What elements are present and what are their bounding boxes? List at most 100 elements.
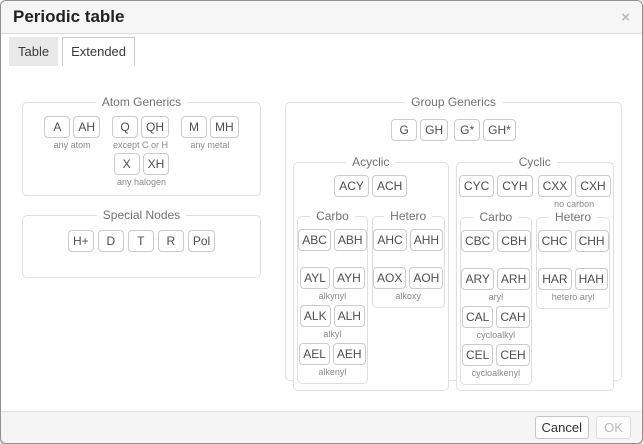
pair-group: CBC CBH [463,230,530,265]
button-gh[interactable]: GH [420,119,448,141]
tab-table[interactable]: Table [9,37,58,66]
button-cbh[interactable]: CBH [497,230,530,252]
pair-group-cycloalkenyl: CEL CEH cycloalkenyl [463,344,530,379]
button-g[interactable]: G [391,119,417,141]
group-generics-columns: Acyclic ACY ACH Carbo ABC [293,156,614,390]
dialog-title: Periodic table [13,7,124,27]
button-xh[interactable]: XH [143,153,170,175]
button-ayh[interactable]: AYH [333,267,365,289]
button-d[interactable]: D [98,230,124,252]
cyclic-carbo-fieldset: Carbo CBC CBH ARY [460,211,533,384]
button-ah[interactable]: AH [73,116,100,138]
pair-caption: any atom [54,141,91,151]
cyclic-carbo-legend: Carbo [473,211,518,224]
pair-caption: any metal [190,141,229,151]
button-hah[interactable]: HAH [575,268,608,290]
button-ary[interactable]: ARY [461,268,493,290]
special-nodes-fieldset: Special Nodes H+ D T R Pol [22,209,261,278]
pair-caption: no carbon [554,200,594,210]
pair-caption: any halogen [117,178,166,188]
button-ahc[interactable]: AHC [373,229,406,251]
tab-bar: Table Extended [1,34,642,66]
button-ach[interactable]: ACH [372,175,407,197]
button-cyh[interactable]: CYH [497,175,532,197]
pair-caption: aryl [489,293,504,303]
button-cel[interactable]: CEL [462,344,493,366]
button-ael[interactable]: AEL [299,343,330,365]
button-alh[interactable]: ALH [334,305,365,327]
button-ceh[interactable]: CEH [496,344,529,366]
acyclic-fieldset: Acyclic ACY ACH Carbo ABC [293,156,449,390]
ok-button[interactable]: OK [596,416,631,439]
cyclic-hetero-fieldset: Hetero CHC CHH HAR [536,211,610,308]
pair-caption: alkenyl [318,368,346,378]
button-x[interactable]: X [114,153,140,175]
pair-group-alkyl: ALK ALH alkyl [300,305,365,340]
button-aoh[interactable]: AOH [409,267,443,289]
button-aeh[interactable]: AEH [333,343,366,365]
button-g-star[interactable]: G* [454,119,480,141]
button-cah[interactable]: CAH [496,306,529,328]
button-m[interactable]: M [181,116,207,138]
pair-group: AHC AHH [375,229,442,264]
button-cal[interactable]: CAL [462,306,493,328]
pair-caption: cycloalkyl [477,331,516,341]
pair-group-alkoxy: AOX AOH alkoxy [375,267,442,302]
button-qh[interactable]: QH [141,116,169,138]
tab-extended[interactable]: Extended [62,37,135,66]
button-h-plus[interactable]: H+ [68,230,94,252]
button-chh[interactable]: CHH [575,230,609,252]
pair-group-cycloalkyl: CAL CAH cycloalkyl [463,306,530,341]
cyclic-fieldset: Cyclic CYC CYH CXX CXH [456,156,614,390]
pair-group-hetero-aryl: HAR HAH hetero aryl [539,268,607,303]
group-generics-fieldset: Group Generics G GH G* GH* Acyclic ACY [285,96,622,381]
atom-generics-legend: Atom Generics [96,96,187,109]
close-icon[interactable]: × [621,10,630,25]
button-a[interactable]: A [44,116,70,138]
button-r[interactable]: R [158,230,184,252]
dialog-header: Periodic table × [1,1,642,34]
pair-group-alkynyl: AYL AYH alkynyl [300,267,365,302]
button-ayl[interactable]: AYL [300,267,330,289]
button-arh[interactable]: ARH [497,268,530,290]
pair-group: ABC ABH [300,229,365,264]
button-aox[interactable]: AOX [373,267,406,289]
button-cxh[interactable]: CXH [575,175,610,197]
button-gh-star[interactable]: GH* [483,119,516,141]
atom-generics-row-2: X XH any halogen [29,153,254,188]
pair-group-except-c-or-h: Q QH except C or H [112,116,169,151]
button-cyc[interactable]: CYC [459,175,494,197]
button-t[interactable]: T [128,230,154,252]
pair-group-any-atom: A AH any atom [44,116,100,151]
acyclic-carbo-fieldset: Carbo ABC ABH AYL [297,210,368,383]
button-pol[interactable]: Pol [188,230,215,252]
button-acy[interactable]: ACY [334,175,369,197]
pair-caption: alkyl [323,330,341,340]
acyclic-top-row: ACY ACH [297,175,445,197]
atom-generics-fieldset: Atom Generics A AH any atom Q QH except … [22,96,261,196]
periodic-table-dialog: Periodic table × Table Extended Atom Gen… [0,0,643,444]
group-generics-legend: Group Generics [405,96,502,109]
pair-group-aryl: ARY ARH aryl [463,268,530,303]
button-alk[interactable]: ALK [300,305,331,327]
button-chc[interactable]: CHC [538,230,572,252]
acyclic-hetero-fieldset: Hetero AHC AHH AOX [372,210,445,307]
button-har[interactable]: HAR [538,268,571,290]
button-abh[interactable]: ABH [334,229,367,251]
pair-group: CHC CHH [539,230,607,265]
button-q[interactable]: Q [112,116,138,138]
cyclic-hetero-legend: Hetero [549,211,597,224]
pair-group: CYC CYH [459,175,533,210]
cancel-button[interactable]: Cancel [535,416,589,439]
cyclic-legend: Cyclic [513,156,557,169]
pair-group-no-carbon: CXX CXH no carbon [538,175,611,210]
button-abc[interactable]: ABC [298,229,331,251]
button-cbc[interactable]: CBC [461,230,494,252]
button-cxx[interactable]: CXX [538,175,573,197]
button-mh[interactable]: MH [210,116,239,138]
button-ahh[interactable]: AHH [410,229,443,251]
pair-caption: alkoxy [395,292,421,302]
pair-group-alkenyl: AEL AEH alkenyl [300,343,365,378]
acyclic-legend: Acyclic [346,156,395,169]
special-nodes-row: H+ D T R Pol [29,230,254,252]
